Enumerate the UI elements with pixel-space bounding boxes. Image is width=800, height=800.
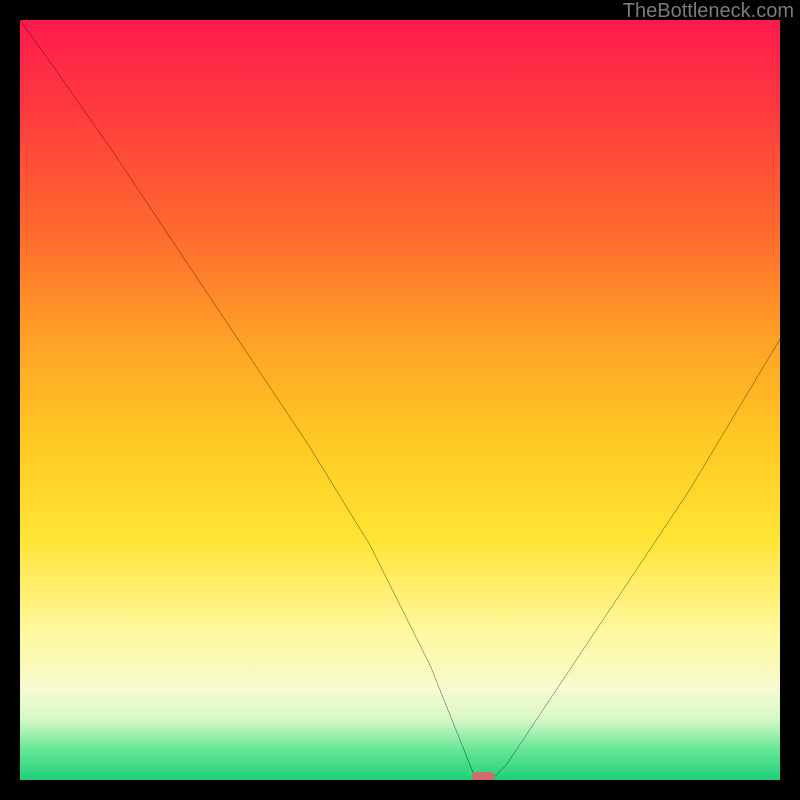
bottleneck-curve bbox=[20, 20, 780, 780]
optimal-marker bbox=[472, 772, 495, 780]
chart-frame: TheBottleneck.com bbox=[0, 0, 800, 800]
plot-area bbox=[20, 20, 780, 780]
watermark-label: TheBottleneck.com bbox=[623, 0, 794, 23]
